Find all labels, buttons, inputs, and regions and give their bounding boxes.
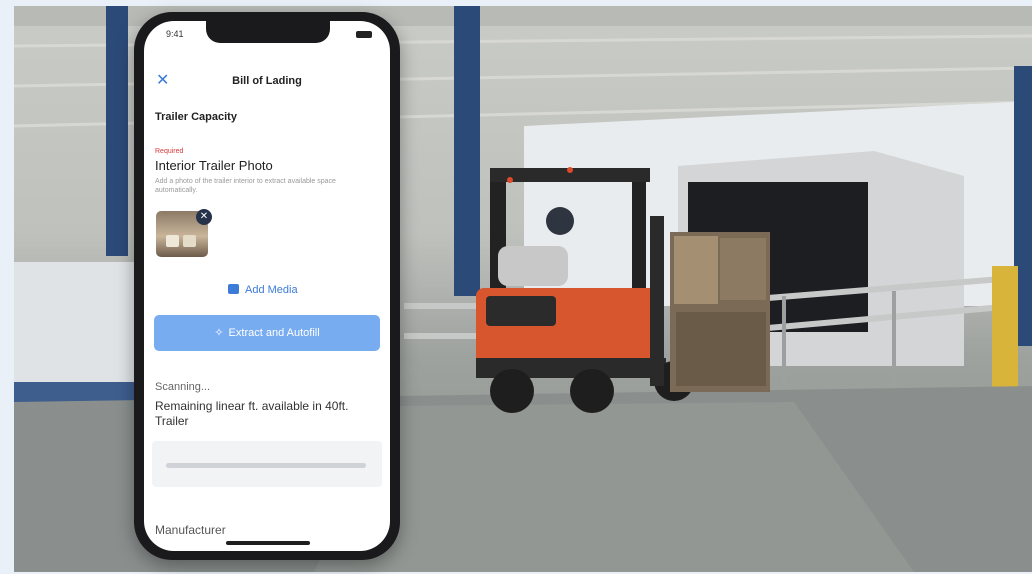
phone-mockup: 9:41 ✕ Bill of Lading Trailer Capacity R… bbox=[134, 12, 400, 560]
remaining-linear-ft-input[interactable] bbox=[152, 441, 382, 487]
status-bar-time: 9:41 bbox=[166, 29, 184, 39]
field-help-text: Add a photo of the trailer interior to e… bbox=[155, 178, 336, 194]
sparkle-icon: ✧ bbox=[214, 327, 224, 339]
media-icon bbox=[228, 284, 239, 294]
extract-autofill-button[interactable]: ✧ Extract and Autofill bbox=[154, 315, 380, 351]
add-media-button[interactable]: Add Media bbox=[228, 284, 298, 296]
thumbnail-box bbox=[166, 235, 179, 247]
loading-placeholder-bar bbox=[166, 463, 366, 468]
page-title: Bill of Lading bbox=[232, 75, 302, 87]
remove-photo-icon[interactable]: ✕ bbox=[196, 209, 212, 225]
battery-icon bbox=[356, 31, 372, 38]
extract-button-label: Extract and Autofill bbox=[228, 327, 320, 339]
manufacturer-label: Manufacturer bbox=[155, 523, 226, 537]
add-media-label: Add Media bbox=[245, 284, 298, 296]
field-title: Interior Trailer Photo bbox=[155, 158, 273, 173]
phone-notch bbox=[206, 21, 330, 43]
phone-screen: 9:41 ✕ Bill of Lading Trailer Capacity R… bbox=[144, 21, 390, 551]
scanning-status: Scanning... bbox=[155, 381, 211, 393]
section-title: Trailer Capacity bbox=[155, 111, 237, 123]
thumbnail-box bbox=[183, 235, 196, 247]
home-indicator bbox=[226, 541, 310, 545]
remaining-linear-ft-label: Remaining linear ft. available in 40ft. … bbox=[155, 399, 349, 428]
required-label: Required bbox=[155, 148, 184, 155]
